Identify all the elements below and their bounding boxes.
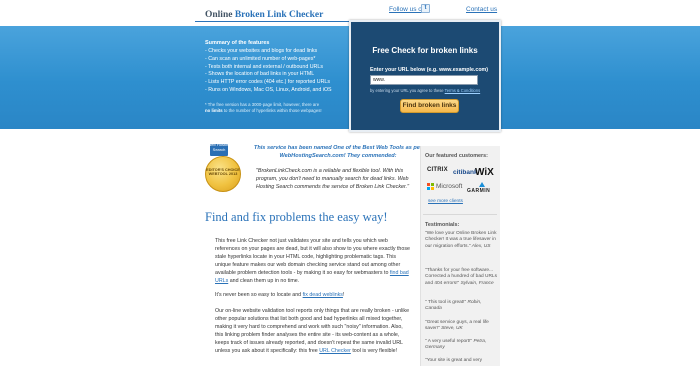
p1-text: This free Link Checker not just validate… <box>215 238 410 276</box>
summary-title: Summary of the features <box>205 40 270 46</box>
testimonial-author: Sylvain, France <box>459 280 494 286</box>
p2-end: ! <box>342 292 345 298</box>
site-title-plain: Online <box>205 10 233 20</box>
footnote-bold: no limits <box>205 107 223 113</box>
feature-item: - Lists HTTP error codes (404 etc.) for … <box>205 79 331 86</box>
terms-prefix: by entering your URL you agree to these <box>370 88 445 93</box>
check-form-title: Free Check for broken links <box>372 46 478 55</box>
feature-item: - Shows the location of bad links in you… <box>205 71 315 78</box>
feature-item: - Runs on Windows, Mac OS, Linux, Androi… <box>205 86 332 93</box>
url-field-label: Enter your URL below (e.g. www.example.c… <box>370 67 489 73</box>
page: Online Broken Link Checker Follow us on … <box>0 0 700 366</box>
microsoft-logo: Microsoft <box>436 183 463 190</box>
twitter-icon[interactable]: t <box>421 4 430 13</box>
badge-top-text: Web Hosting Search <box>207 142 231 152</box>
testimonials-heading: Testimonials: <box>425 222 460 228</box>
feature-item: - Can scan an unlimited number of web-pa… <box>205 55 316 62</box>
testimonial-author: Alex, US <box>470 243 491 249</box>
p1-end: and clean them up in no time. <box>228 278 300 284</box>
testimonial-item: "Your site is great and very <box>425 358 497 364</box>
testimonial-quote: " This tool is great!" <box>425 300 467 305</box>
testimonial-item: "Great service guys, a real life saver!"… <box>425 320 497 333</box>
garmin-logo: GARMIN <box>467 188 491 194</box>
testimonial-item: "We love your Online Broken Link Checker… <box>425 231 497 250</box>
check-form-panel: Free Check for broken links Enter your U… <box>349 20 501 132</box>
p3-end: tool is very flexible! <box>350 348 398 354</box>
testimonial-item: " A very useful report!" Petra, Germany <box>425 339 497 352</box>
wix-logo: WiX <box>475 167 494 178</box>
sidebar-divider <box>423 214 497 215</box>
contact-us-link[interactable]: Contact us <box>466 6 497 13</box>
feature-item: - Tests both internal and external / out… <box>205 63 323 70</box>
footnote-line2: to the number of hyperlinks within those… <box>222 107 322 113</box>
testimonial-quote: "Your site is great and very <box>425 358 482 363</box>
award-statement: This service has been named One of the B… <box>253 145 423 159</box>
url-checker-link[interactable]: URL Checker <box>319 348 351 354</box>
citibank-logo: citibank <box>453 169 478 176</box>
validation-paragraph: Our on-line website validation tool repo… <box>215 307 412 355</box>
summary-footnote: * The free version has a 3000-page limit… <box>205 102 322 113</box>
intro-paragraph: This free Link Checker not just validate… <box>215 237 412 285</box>
see-more-clients-link[interactable]: see more clients <box>428 199 463 204</box>
citrix-logo: CITRIX <box>427 167 448 173</box>
main-heading: Find and fix problems the easy way! <box>205 210 388 224</box>
feature-list: - Checks your websites and blogs for dea… <box>205 48 332 95</box>
award-quote: "BrokenLinkCheck.com is a reliable and f… <box>256 168 410 190</box>
easy-paragraph: It's never been so easy to locate and fi… <box>215 291 412 299</box>
find-broken-links-button[interactable]: Find broken links <box>400 99 459 113</box>
feature-item: - Checks your websites and blogs for dea… <box>205 48 318 54</box>
site-title-accent: Broken Link Checker <box>234 10 324 20</box>
terms-link[interactable]: Terms & Conditions <box>445 88 481 93</box>
sidebar <box>420 146 500 366</box>
badge-main-text: EDITOR'S CHOICE WEBTOOL 2013 <box>206 168 240 177</box>
terms-notice: by entering your URL you agree to these … <box>370 88 480 93</box>
garmin-triangle-icon <box>479 182 485 187</box>
footnote-line1: * The free version has a 3000-page limit… <box>205 102 320 107</box>
site-title[interactable]: Online Broken Link Checker <box>205 10 323 20</box>
p2-text: It's never been so easy to locate and <box>215 292 303 298</box>
url-input[interactable] <box>370 75 478 85</box>
microsoft-icon <box>427 183 434 190</box>
customers-heading: Our featured customers: <box>425 153 488 159</box>
testimonial-quote: " A very useful report!" <box>425 339 473 344</box>
testimonial-item: "Thanks for your free software... Correc… <box>425 268 497 287</box>
testimonial-item: " This tool is great!" Robin, Canada <box>425 300 497 313</box>
fix-dead-weblinks-link[interactable]: fix dead weblinks <box>303 292 343 298</box>
testimonial-author: Steve, UK <box>439 326 463 332</box>
